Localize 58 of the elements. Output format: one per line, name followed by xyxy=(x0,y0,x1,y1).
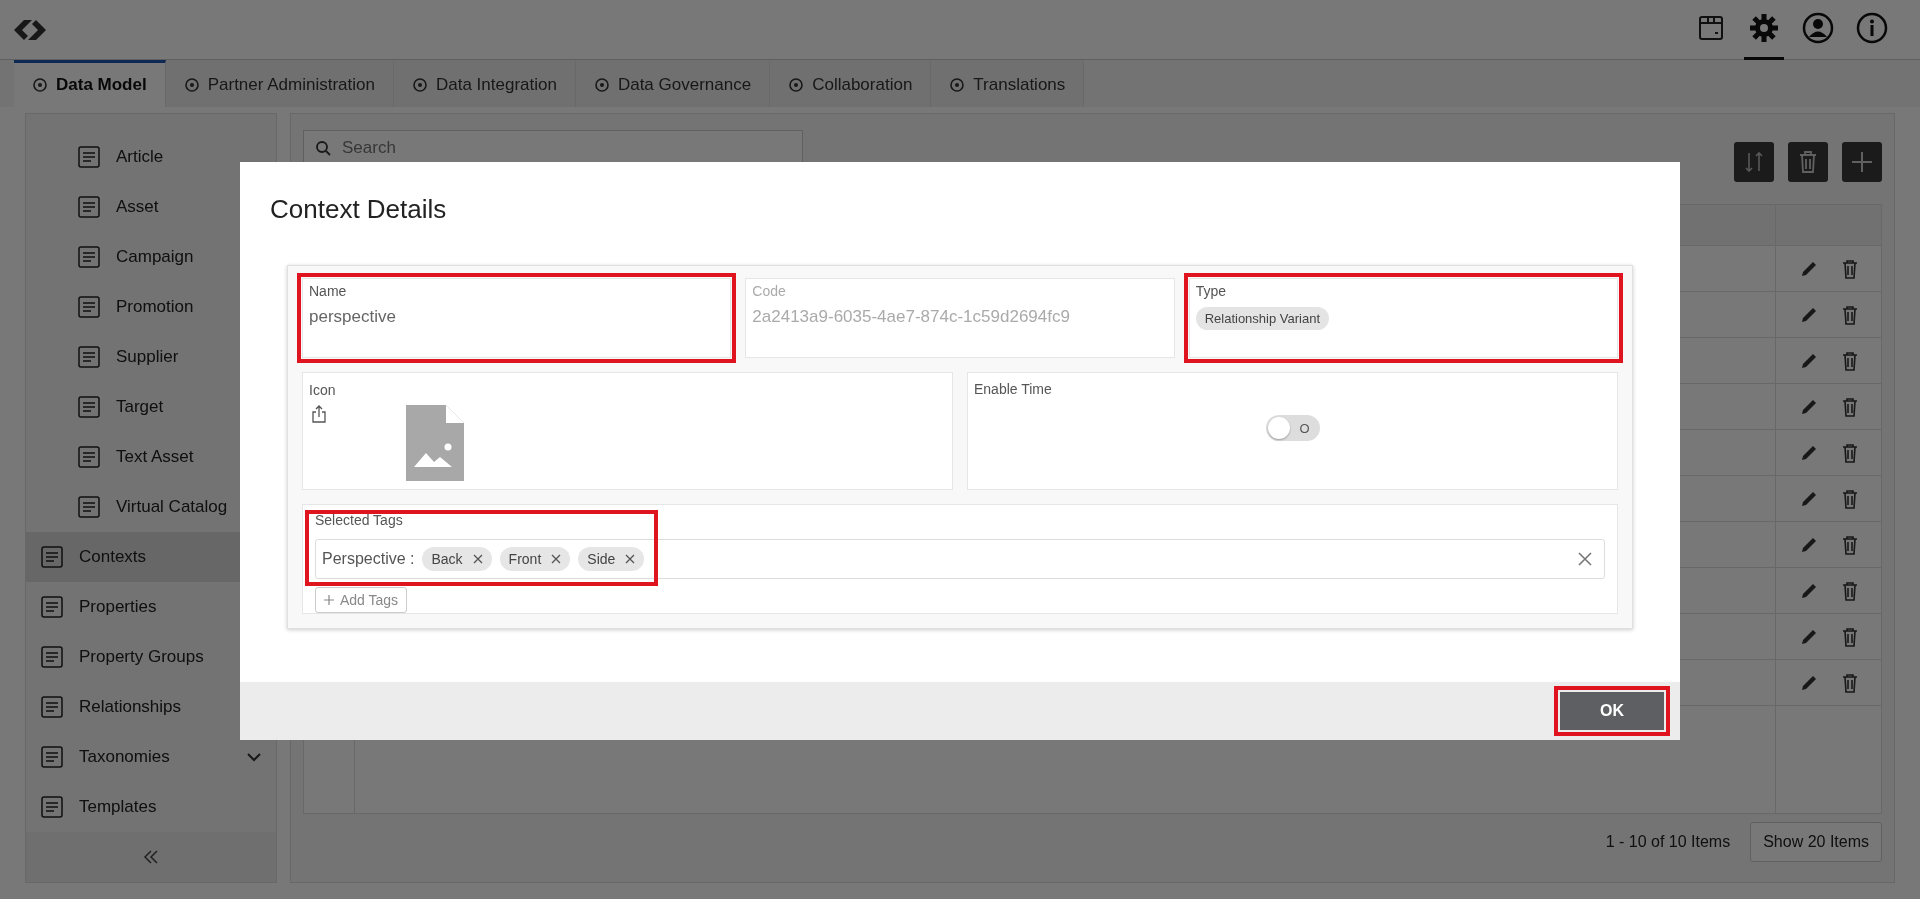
remove-icon[interactable] xyxy=(551,554,562,564)
tab[interactable]: Data Model xyxy=(14,60,166,107)
ok-button[interactable]: OK xyxy=(1560,692,1664,730)
sidebar-item[interactable]: Target xyxy=(26,382,276,432)
upload-icon[interactable] xyxy=(311,405,327,423)
trash-icon[interactable] xyxy=(1840,396,1859,417)
sidebar-item[interactable]: Article xyxy=(26,132,276,182)
plus-icon xyxy=(324,595,334,605)
sidebar-item[interactable]: Taxonomies xyxy=(26,732,276,782)
remove-icon[interactable] xyxy=(472,554,483,564)
field-value: perspective xyxy=(309,307,396,327)
trash-icon[interactable] xyxy=(1840,488,1859,509)
sidebar-item[interactable]: Relationships xyxy=(26,682,276,732)
add-tags-button[interactable]: Add Tags xyxy=(315,587,408,613)
sync-arrows-icon xyxy=(1743,149,1765,175)
tag-label: Back xyxy=(431,551,463,567)
plus-icon xyxy=(1850,150,1874,174)
pager-summary: 1 - 10 of 10 Items xyxy=(1605,833,1731,851)
trash-icon[interactable] xyxy=(1840,626,1859,647)
sidebar-item[interactable]: Templates xyxy=(26,782,276,832)
field-label: Type xyxy=(1195,283,1226,299)
tags-field[interactable]: Perspective : Back Front Side xyxy=(315,539,1605,579)
add-button[interactable] xyxy=(1842,142,1882,182)
field-label: Code xyxy=(752,283,786,299)
image-placeholder-icon xyxy=(406,405,464,481)
sidebar-item[interactable]: Properties xyxy=(26,582,276,632)
tag-label: Side xyxy=(587,551,616,567)
trash-icon[interactable] xyxy=(1840,258,1859,279)
dialog-title: Context Details xyxy=(270,194,448,225)
trash-icon[interactable] xyxy=(1840,304,1859,325)
trash-icon xyxy=(1797,149,1819,175)
sidebar-item[interactable]: Promotion xyxy=(26,282,276,332)
sidebar-item[interactable]: Supplier xyxy=(26,332,276,382)
remove-icon[interactable] xyxy=(625,554,636,564)
trash-icon[interactable] xyxy=(1840,442,1859,463)
field-label: Icon xyxy=(309,382,336,398)
trash-icon[interactable] xyxy=(1840,350,1859,371)
trash-icon[interactable] xyxy=(1840,672,1859,693)
field-value: 2a2413a9-6035-4ae7-874c-1c59d2694fc9 xyxy=(752,307,1070,327)
sidebar-item[interactable]: Virtual Catalog xyxy=(26,482,276,532)
chevron-down-icon[interactable] xyxy=(246,752,262,762)
search-icon xyxy=(315,140,331,156)
sidebar-item[interactable]: Text Asset xyxy=(26,432,276,482)
tag-group-label: Perspective : xyxy=(322,550,415,568)
type-chip: Relationship Variant xyxy=(1195,307,1330,330)
sidebar-item[interactable]: Property Groups xyxy=(26,632,276,682)
show-more-button[interactable]: Show 20 Items xyxy=(1750,822,1882,862)
sidebar-item[interactable]: Campaign xyxy=(26,232,276,282)
tag-label: Front xyxy=(508,551,542,567)
field-label: Enable Time xyxy=(974,381,1053,397)
toggle-switch[interactable]: O xyxy=(1265,415,1320,441)
collapse-icon[interactable] xyxy=(142,849,160,865)
field-label: Name xyxy=(309,283,347,299)
clear-icon[interactable] xyxy=(1578,552,1592,566)
delete-button[interactable] xyxy=(1788,142,1828,182)
trash-icon[interactable] xyxy=(1840,534,1859,555)
trash-icon[interactable] xyxy=(1840,580,1859,601)
field-label: Selected Tags xyxy=(315,512,403,528)
